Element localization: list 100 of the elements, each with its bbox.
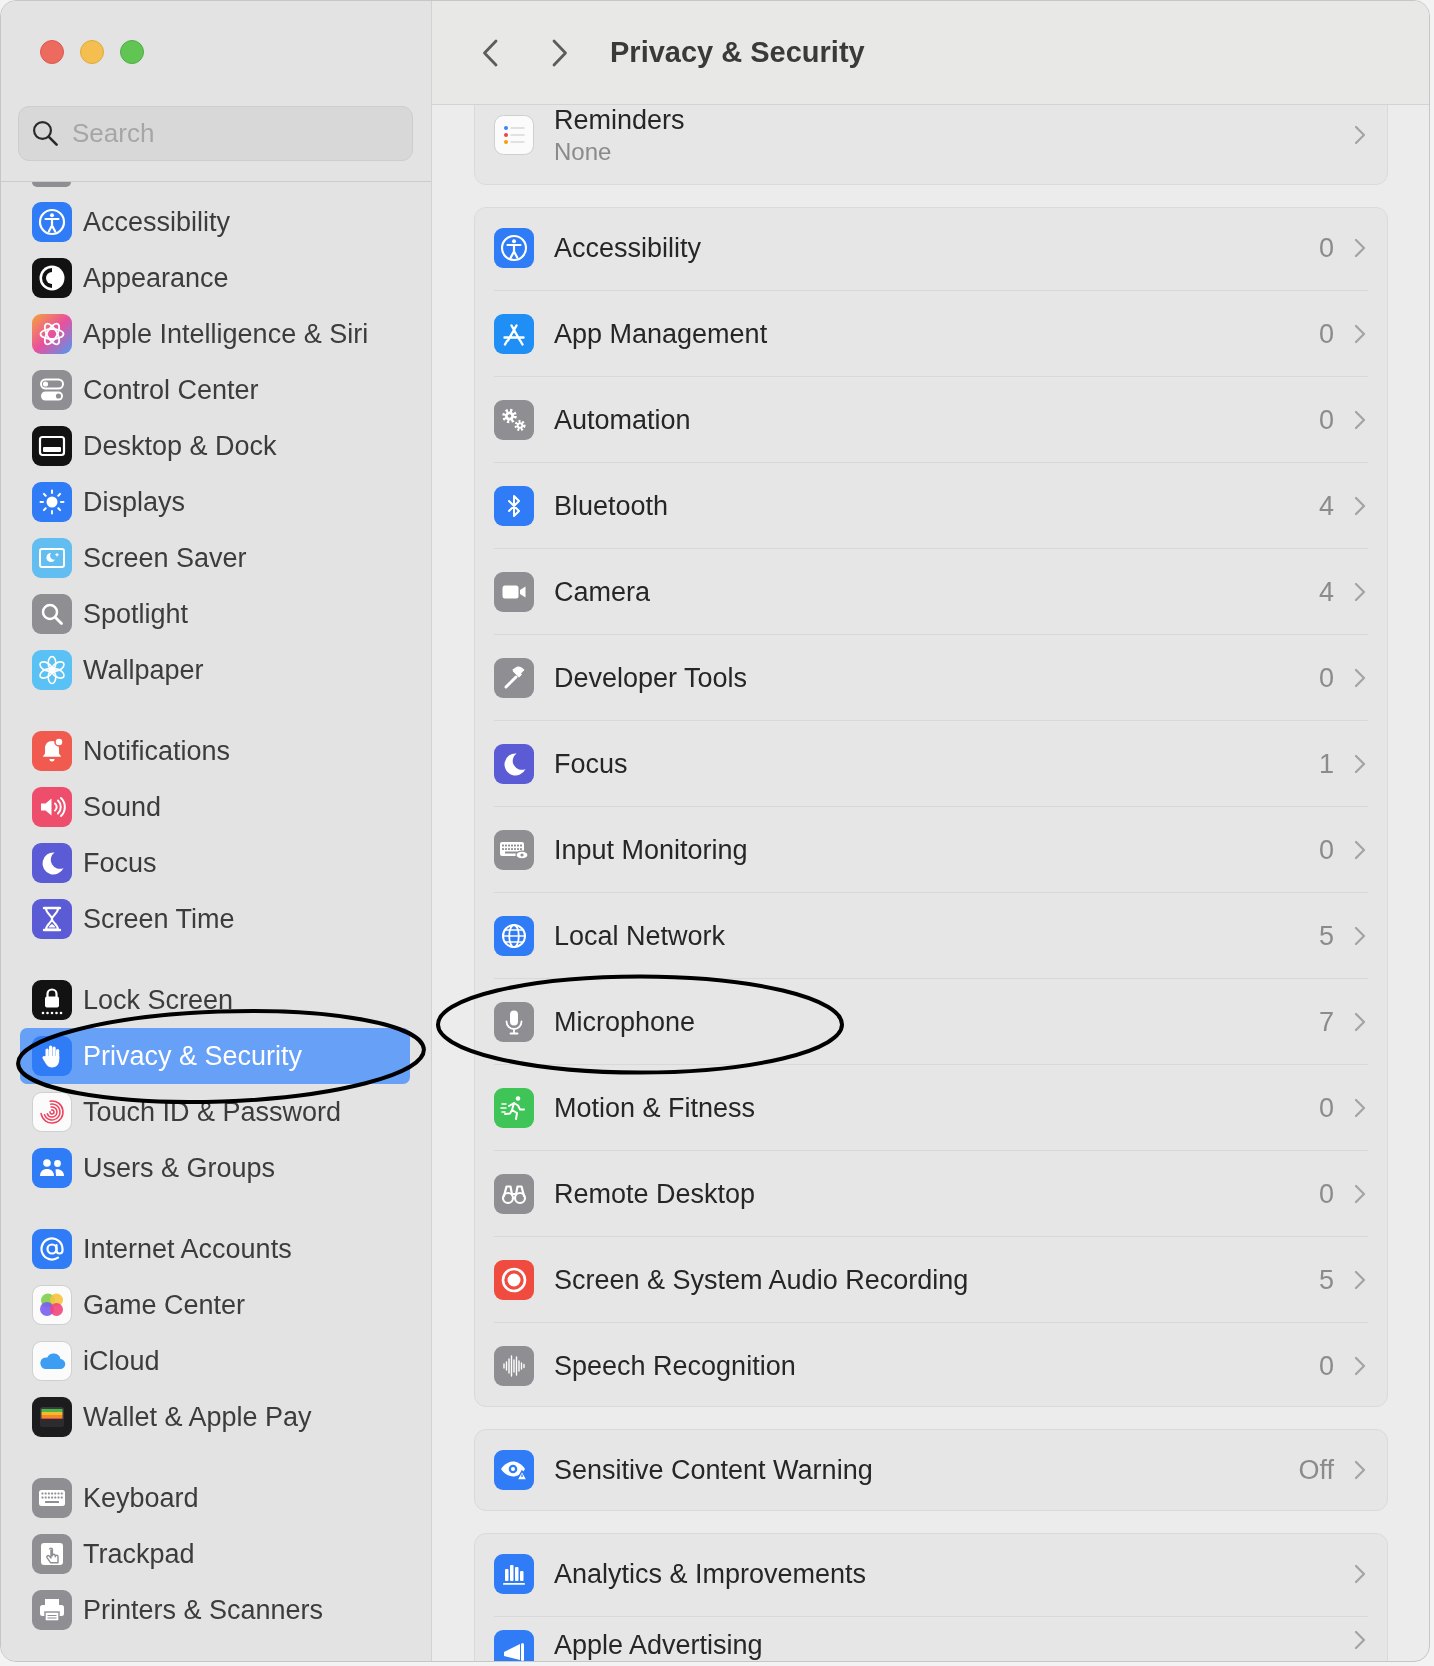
row-value: 0	[1318, 1178, 1334, 1210]
sidebar-item[interactable]: Internet Accounts	[20, 1221, 410, 1277]
sidebar-item[interactable]: Desktop & Dock	[20, 418, 410, 474]
sidebar-item[interactable]: Notifications	[20, 723, 410, 779]
keyboard-icon	[32, 1478, 72, 1518]
minimize-button[interactable]	[80, 40, 104, 64]
chevron-right-icon	[1354, 238, 1366, 258]
row-label[interactable]: App Management	[554, 318, 768, 350]
binoculars-icon	[494, 1174, 534, 1214]
sidebar-item[interactable]: Screen Saver	[20, 530, 410, 586]
row-value: 0	[1318, 1092, 1334, 1124]
lock-icon	[32, 980, 72, 1020]
wallet-icon	[32, 1397, 72, 1437]
sidebar-item[interactable]: iCloud	[20, 1333, 410, 1389]
sidebar-item[interactable]: Printers & Scanners	[20, 1582, 410, 1638]
moon-icon	[494, 744, 534, 784]
sidebar-item[interactable]: Trackpad	[20, 1526, 410, 1582]
row-label[interactable]: Microphone	[554, 1006, 696, 1038]
chevron-right-icon	[1354, 1356, 1366, 1376]
sidebar-item[interactable]: Accessibility	[20, 194, 410, 250]
row-subtitle: None	[554, 137, 612, 166]
window-icon	[32, 426, 72, 466]
sidebar-item[interactable]: Lock Screen	[20, 972, 410, 1028]
sidebar-item[interactable]: Keyboard	[20, 1470, 410, 1526]
chevron-right-icon	[1354, 324, 1366, 344]
microphone-icon	[494, 1002, 534, 1042]
globe-icon	[494, 916, 534, 956]
fingerprint-icon	[32, 1092, 72, 1132]
zoom-button[interactable]	[120, 40, 144, 64]
pane-title: Privacy & Security	[610, 36, 865, 69]
sidebar-item[interactable]: Control Center	[20, 362, 410, 418]
sidebar-item[interactable]: Wallpaper	[20, 642, 410, 698]
row-value: 0	[1318, 232, 1334, 264]
row-label[interactable]: Focus	[554, 748, 628, 780]
chevron-right-icon	[1354, 496, 1366, 516]
row-label[interactable]: Reminders	[554, 105, 685, 136]
sidebar-item[interactable]: Game Center	[20, 1277, 410, 1333]
row-label[interactable]: Developer Tools	[554, 662, 748, 694]
sidebar-item[interactable]: Wallet & Apple Pay	[20, 1389, 410, 1445]
row-label[interactable]: Screen & System Audio Recording	[554, 1264, 969, 1296]
row-label[interactable]: Sensitive Content Warning	[554, 1454, 873, 1486]
chevron-right-icon	[1354, 926, 1366, 946]
row-label[interactable]: Local Network	[554, 920, 726, 952]
people-icon	[32, 1148, 72, 1188]
video-camera-icon	[494, 572, 534, 612]
trackpad-icon	[32, 1534, 72, 1574]
row-value: 5	[1318, 1264, 1334, 1296]
chevron-right-icon	[1354, 1012, 1366, 1032]
row-label[interactable]: Bluetooth	[554, 490, 669, 522]
eye-warning-icon	[494, 1450, 534, 1490]
row-label[interactable]: Input Monitoring	[554, 834, 748, 866]
row-label[interactable]: Automation	[554, 404, 691, 436]
search-icon	[32, 120, 58, 146]
chevron-left-icon	[482, 38, 498, 67]
flower-icon	[32, 650, 72, 690]
row-label[interactable]: Camera	[554, 576, 651, 608]
runner-icon	[494, 1088, 534, 1128]
sidebar-item[interactable]: Sound	[20, 779, 410, 835]
chevron-right-icon	[1354, 840, 1366, 860]
chevron-right-icon	[1354, 1270, 1366, 1290]
waveform-icon	[494, 1346, 534, 1386]
row-label[interactable]: Analytics & Improvements	[554, 1558, 867, 1590]
row-label[interactable]: Apple Advertising	[554, 1630, 763, 1661]
row-label[interactable]: Accessibility	[554, 232, 702, 264]
chevron-right-icon	[1354, 125, 1366, 145]
chevron-right-icon	[1354, 410, 1366, 430]
printer-icon	[32, 1590, 72, 1630]
sidebar-item[interactable]: Users & Groups	[20, 1140, 410, 1196]
speaker-icon	[32, 787, 72, 827]
atom-icon	[32, 314, 72, 354]
gears-icon	[494, 400, 534, 440]
row-value: 4	[1318, 576, 1334, 608]
hand-icon	[32, 1036, 72, 1076]
row-value: 5	[1318, 920, 1334, 952]
sidebar-item[interactable]: Appearance	[20, 250, 410, 306]
chevron-right-icon	[1354, 582, 1366, 602]
bell-icon	[32, 731, 72, 771]
chevron-right-icon	[1354, 1630, 1366, 1650]
close-button[interactable]	[40, 40, 64, 64]
row-label[interactable]: Remote Desktop	[554, 1178, 756, 1210]
row-label[interactable]: Speech Recognition	[554, 1350, 796, 1382]
hammer-icon	[494, 658, 534, 698]
bar-chart-icon	[494, 1554, 534, 1594]
accessibility-icon	[494, 228, 534, 268]
sidebar-item[interactable]: Spotlight	[20, 586, 410, 642]
record-icon	[494, 1260, 534, 1300]
letter-a-icon	[494, 314, 534, 354]
row-value: 0	[1318, 318, 1334, 350]
toggles-icon	[32, 370, 72, 410]
magnifier-icon	[32, 594, 72, 634]
sidebar-item[interactable]: Screen Time	[20, 891, 410, 947]
row-value: 0	[1318, 404, 1334, 436]
row-label[interactable]: Motion & Fitness	[554, 1092, 756, 1124]
sidebar-item[interactable]: Displays	[20, 474, 410, 530]
sidebar-item[interactable]: Apple Intelligence & Siri	[20, 306, 410, 362]
sidebar-item[interactable]: Focus	[20, 835, 410, 891]
moon-icon	[32, 843, 72, 883]
megaphone-icon	[494, 1630, 534, 1661]
accessibility-icon	[32, 202, 72, 242]
hourglass-icon	[32, 899, 72, 939]
